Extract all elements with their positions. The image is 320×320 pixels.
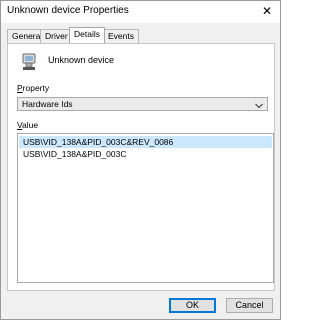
tab-details[interactable]: Details	[69, 27, 105, 43]
title-bar: Unknown device Properties ✕	[1, 1, 280, 23]
window-title: Unknown device Properties	[7, 5, 129, 16]
tab-driver[interactable]: Driver	[40, 29, 73, 43]
tab-events[interactable]: Events	[103, 29, 139, 43]
value-label: Value	[17, 120, 38, 130]
property-label-rest: roperty	[22, 83, 50, 93]
property-label: Property	[17, 83, 49, 93]
details-panel: Unknown device Property Hardware Ids Val…	[7, 43, 275, 291]
device-name: Unknown device	[48, 55, 115, 65]
list-item[interactable]: USB\VID_138A&PID_003C	[19, 148, 272, 160]
chevron-down-icon	[255, 101, 263, 109]
properties-dialog: Unknown device Properties ✕ General Driv…	[0, 0, 281, 320]
property-dropdown[interactable]: Hardware Ids	[17, 97, 268, 111]
list-item[interactable]: USB\VID_138A&PID_003C&REV_0086	[19, 136, 272, 148]
ok-button[interactable]: OK	[169, 298, 216, 313]
value-listbox[interactable]: USB\VID_138A&PID_003C&REV_0086 USB\VID_1…	[17, 133, 274, 283]
property-selected-value: Hardware Ids	[22, 99, 73, 109]
usb-device-icon	[21, 53, 37, 71]
cancel-button[interactable]: Cancel	[226, 298, 273, 313]
close-button[interactable]: ✕	[260, 4, 274, 18]
value-label-rest: alue	[22, 120, 39, 130]
